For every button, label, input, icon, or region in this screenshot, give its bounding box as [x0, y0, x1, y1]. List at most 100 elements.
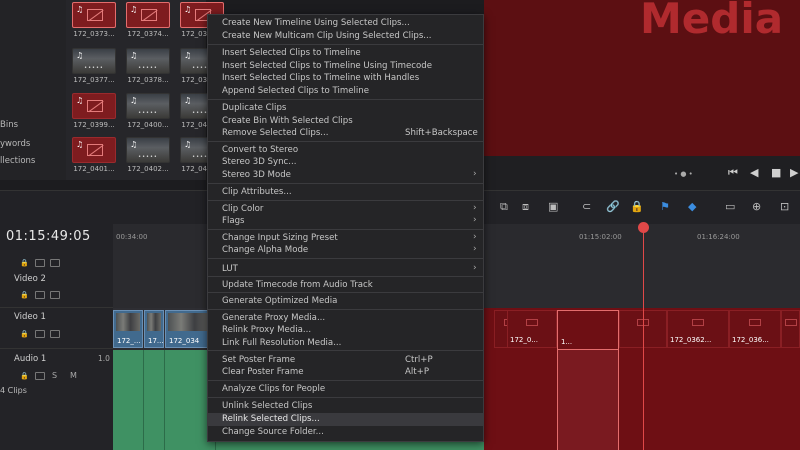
zoom-detail-icon[interactable]: ⊕: [752, 200, 761, 213]
menu-separator: [208, 229, 483, 230]
zoom-full-icon[interactable]: ▭: [725, 200, 735, 213]
track-lock-icon[interactable]: 🔒: [20, 330, 29, 338]
menu-item-change-alpha-mode[interactable]: Change Alpha Mode: [222, 245, 308, 255]
track-enable-icon[interactable]: [35, 291, 45, 299]
video-icon: ♫: [130, 51, 138, 60]
bins-label[interactable]: Bins: [0, 120, 18, 130]
media-thumbnail[interactable]: ♫: [126, 2, 170, 28]
viewer-transport-bar: • ● • ⏮ ◀ ■ ▶: [484, 156, 800, 190]
marker-icon[interactable]: ◆: [688, 200, 696, 213]
video-clip[interactable]: 17...: [144, 310, 164, 348]
track-auto-select-icon[interactable]: [50, 330, 60, 338]
menu-item-update-timecode-from-audio-track[interactable]: Update Timecode from Audio Track: [222, 280, 373, 290]
menu-item-insert-selected-clips-to-timeline[interactable]: Insert Selected Clips to Timeline: [222, 48, 361, 58]
menu-item-change-input-sizing-preset[interactable]: Change Input Sizing Preset: [222, 233, 338, 243]
menu-item-generate-proxy-media[interactable]: Generate Proxy Media...: [222, 313, 325, 323]
offline-media-icon: [87, 144, 103, 156]
menu-item-create-new-timeline-using-selected-clips[interactable]: Create New Timeline Using Selected Clips…: [222, 18, 410, 28]
media-thumbnail[interactable]: ♫: [72, 2, 116, 28]
media-thumbnail[interactable]: ♫ •••••: [126, 48, 170, 74]
menu-item-analyze-clips-for-people[interactable]: Analyze Clips for People: [222, 384, 325, 394]
audio-clip-count: 4 Clips: [0, 386, 27, 395]
selected-offline-clip[interactable]: 1...: [557, 310, 619, 350]
video-icon: ♫: [130, 96, 138, 105]
offline-clip[interactable]: [781, 310, 800, 348]
ruler-label: 01:16:24:00: [697, 233, 740, 241]
track-lock-icon[interactable]: 🔒: [20, 291, 29, 299]
track-name-audio1[interactable]: Audio 1: [14, 354, 46, 364]
menu-separator: [208, 258, 483, 259]
ruler-label: 00:34:00: [116, 233, 148, 241]
menu-separator: [208, 44, 483, 45]
menu-item-relink-proxy-media[interactable]: Relink Proxy Media...: [222, 325, 311, 335]
mute-button[interactable]: M: [70, 371, 77, 380]
scrub-dots-icon: •••••: [138, 110, 158, 116]
menu-item-unlink-selected-clips[interactable]: Unlink Selected Clips: [222, 401, 312, 411]
menu-item-insert-selected-clips-to-timeline-using-timecode[interactable]: Insert Selected Clips to Timeline Using …: [222, 61, 432, 71]
menu-item-remove-selected-clips[interactable]: Remove Selected Clips...: [222, 128, 329, 138]
track-enable-icon[interactable]: [35, 259, 45, 267]
play-reverse-icon[interactable]: ◀: [750, 166, 758, 179]
offline-clip[interactable]: 172_0362...: [667, 310, 729, 348]
menu-item-create-new-multicam-clip-using-selected-clips[interactable]: Create New Multicam Clip Using Selected …: [222, 31, 432, 41]
keywords-label[interactable]: ywords: [0, 139, 30, 149]
menu-item-stereo-3d-mode[interactable]: Stereo 3D Mode: [222, 170, 291, 180]
selected-audio-clip[interactable]: [557, 350, 619, 450]
media-thumbnail-label: 172_0402...: [127, 165, 169, 173]
replace-clip-icon[interactable]: ▣: [548, 200, 558, 213]
offline-clip[interactable]: 172_0...: [507, 310, 557, 348]
menu-item-clip-color[interactable]: Clip Color: [222, 204, 263, 214]
media-thumbnail[interactable]: ♫ •••••: [72, 48, 116, 74]
track-auto-select-icon[interactable]: [50, 259, 60, 267]
skip-back-icon[interactable]: ⏮: [728, 166, 738, 180]
menu-item-clear-poster-frame[interactable]: Clear Poster Frame: [222, 367, 304, 377]
offline-clip[interactable]: 172_036...: [729, 310, 781, 348]
menu-item-create-bin-with-selected-clips[interactable]: Create Bin With Selected Clips: [222, 116, 353, 126]
solo-button[interactable]: S: [52, 371, 57, 380]
track-lock-icon[interactable]: 🔒: [20, 259, 29, 267]
menu-shortcut: Shift+Backspace: [405, 128, 478, 138]
link-icon[interactable]: 🔗: [606, 200, 620, 213]
media-thumbnail[interactable]: ♫ •••••: [126, 137, 170, 163]
timecode-display: 01:15:49:05: [6, 229, 91, 244]
menu-item-lut[interactable]: LUT: [222, 264, 238, 274]
menu-item-relink-selected-clips[interactable]: Relink Selected Clips...: [222, 414, 320, 424]
video-clip[interactable]: 172_...: [113, 310, 143, 348]
menu-separator: [208, 350, 483, 351]
stop-icon[interactable]: ■: [771, 166, 781, 179]
menu-separator: [208, 380, 483, 381]
track-enable-icon[interactable]: [35, 330, 45, 338]
track-lock-icon[interactable]: 🔒: [20, 372, 29, 380]
track-name-video1[interactable]: Video 1: [14, 312, 46, 322]
track-auto-select-icon[interactable]: [50, 291, 60, 299]
menu-item-convert-to-stereo[interactable]: Convert to Stereo: [222, 145, 298, 155]
playhead[interactable]: [643, 224, 644, 450]
track-name-video2[interactable]: Video 2: [14, 274, 46, 284]
collections-label[interactable]: llections: [0, 156, 35, 166]
menu-separator: [208, 99, 483, 100]
menu-item-change-source-folder[interactable]: Change Source Folder...: [222, 427, 324, 437]
menu-item-clip-attributes[interactable]: Clip Attributes...: [222, 187, 292, 197]
playhead-handle[interactable]: [638, 222, 649, 233]
menu-item-duplicate-clips[interactable]: Duplicate Clips: [222, 103, 286, 113]
media-thumbnail[interactable]: ♫ •••••: [126, 93, 170, 119]
menu-item-insert-selected-clips-to-timeline-with-handles[interactable]: Insert Selected Clips to Timeline with H…: [222, 73, 419, 83]
menu-item-set-poster-frame[interactable]: Set Poster Frame: [222, 355, 295, 365]
track-enable-icon[interactable]: [35, 372, 45, 380]
menu-item-append-selected-clips-to-timeline[interactable]: Append Selected Clips to Timeline: [222, 86, 369, 96]
menu-item-stereo-3d-sync[interactable]: Stereo 3D Sync...: [222, 157, 296, 167]
menu-item-flags[interactable]: Flags: [222, 216, 245, 226]
insert-clip-icon[interactable]: ⧉: [500, 200, 508, 214]
media-thumbnail[interactable]: ♫: [72, 93, 116, 119]
snapping-icon[interactable]: ⊂: [582, 200, 591, 213]
zoom-custom-icon[interactable]: ⊡: [780, 200, 789, 213]
overwrite-clip-icon[interactable]: ⧈: [522, 200, 529, 214]
menu-item-link-full-resolution-media[interactable]: Link Full Resolution Media...: [222, 338, 341, 348]
lock-icon[interactable]: 🔒: [630, 200, 644, 213]
flag-icon[interactable]: ⚑: [660, 200, 670, 213]
menu-item-generate-optimized-media[interactable]: Generate Optimized Media: [222, 296, 337, 306]
media-thumbnail[interactable]: ♫: [72, 137, 116, 163]
play-icon[interactable]: ▶: [790, 166, 798, 179]
offline-media-icon: [87, 9, 103, 21]
video-icon: ♫: [184, 96, 192, 105]
